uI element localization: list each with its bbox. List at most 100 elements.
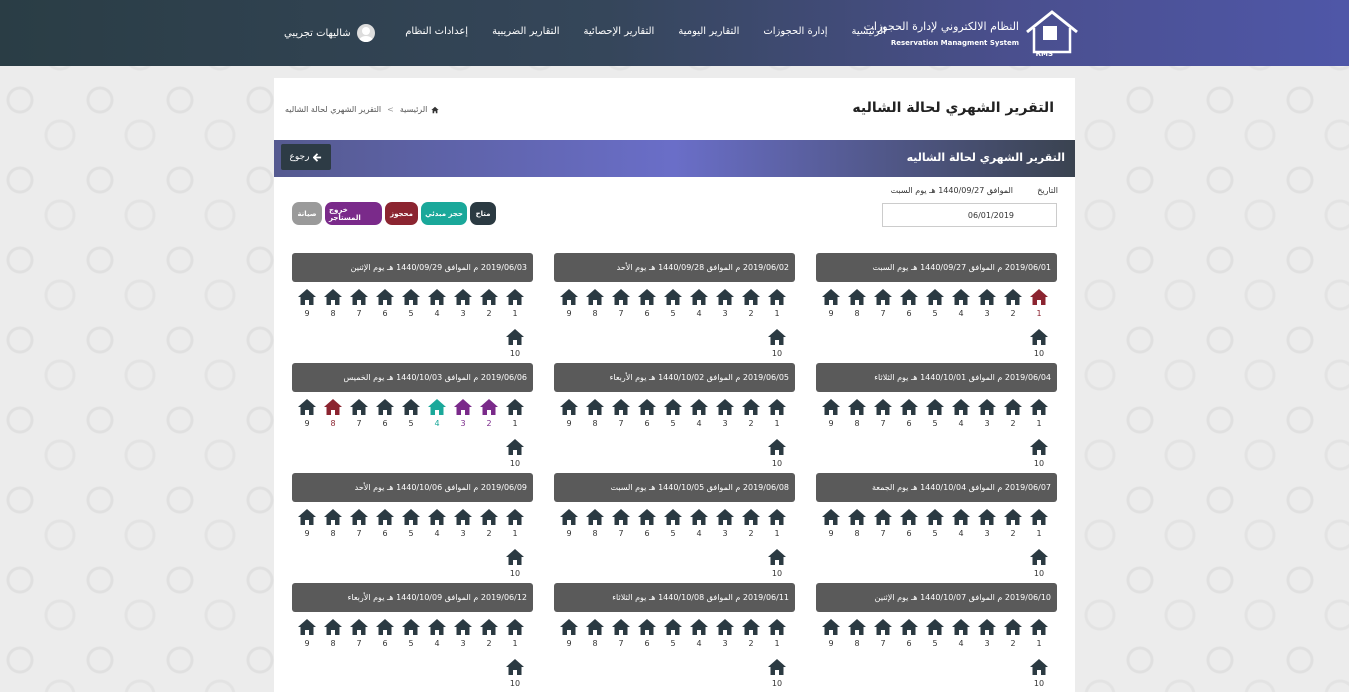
chalet-unit[interactable]: 8 [584,288,606,324]
brand[interactable]: RMS النظام الالكتروني لإدارة الحجوزات Re… [864,8,1079,58]
chalet-unit[interactable]: 10 [766,548,788,584]
chalet-unit[interactable]: 2 [740,288,762,324]
chalet-unit[interactable]: 6 [898,288,920,324]
chalet-unit[interactable]: 5 [924,618,946,654]
chalet-unit[interactable]: 9 [558,508,580,544]
chalet-unit[interactable]: 7 [872,508,894,544]
chalet-unit[interactable]: 9 [296,508,318,544]
chalet-unit[interactable]: 8 [584,618,606,654]
chalet-unit[interactable]: 4 [950,508,972,544]
nav-statistical-reports[interactable]: التقارير الإحصائية [584,26,655,37]
chalet-unit[interactable]: 9 [296,288,318,324]
chalet-unit[interactable]: 9 [296,398,318,434]
chalet-unit[interactable]: 4 [688,618,710,654]
chalet-unit[interactable]: 7 [348,288,370,324]
chalet-unit[interactable]: 7 [348,618,370,654]
chalet-unit[interactable]: 2 [740,508,762,544]
chalet-unit[interactable]: 3 [976,398,998,434]
chalet-unit[interactable]: 9 [820,618,842,654]
chalet-unit[interactable]: 3 [976,618,998,654]
chalet-unit[interactable]: 8 [322,618,344,654]
chalet-unit[interactable]: 9 [820,288,842,324]
chalet-unit[interactable]: 8 [322,398,344,434]
chalet-unit[interactable]: 10 [1028,438,1050,474]
chalet-unit[interactable]: 5 [400,508,422,544]
nav-tax-reports[interactable]: التقارير الضريبية [492,26,559,37]
chalet-unit[interactable]: 6 [374,288,396,324]
chalet-unit[interactable]: 6 [636,508,658,544]
nav-settings[interactable]: إعدادات النظام [405,26,468,37]
chalet-unit[interactable]: 10 [1028,548,1050,584]
chalet-unit[interactable]: 5 [924,508,946,544]
chalet-unit[interactable]: 5 [924,398,946,434]
chalet-unit[interactable]: 2 [740,618,762,654]
chalet-unit[interactable]: 9 [558,398,580,434]
user-menu[interactable]: شاليهات تجريبي [284,24,375,42]
chalet-unit[interactable]: 2 [478,618,500,654]
chalet-unit[interactable]: 3 [976,508,998,544]
chalet-unit[interactable]: 5 [400,398,422,434]
chalet-unit[interactable]: 7 [348,508,370,544]
chalet-unit[interactable]: 6 [374,508,396,544]
chalet-unit[interactable]: 8 [846,618,868,654]
chalet-unit[interactable]: 3 [714,508,736,544]
chalet-unit[interactable]: 3 [452,398,474,434]
chalet-unit[interactable]: 1 [1028,398,1050,434]
chalet-unit[interactable]: 1 [504,288,526,324]
chalet-unit[interactable]: 8 [584,508,606,544]
chalet-unit[interactable]: 10 [1028,328,1050,364]
chalet-unit[interactable]: 6 [898,398,920,434]
chalet-unit[interactable]: 2 [1002,398,1024,434]
chalet-unit[interactable]: 4 [426,398,448,434]
chalet-unit[interactable]: 1 [504,618,526,654]
chalet-unit[interactable]: 7 [872,288,894,324]
nav-home[interactable]: الرئيسية [852,26,886,37]
chalet-unit[interactable]: 9 [820,398,842,434]
chalet-unit[interactable]: 5 [662,618,684,654]
chalet-unit[interactable]: 1 [1028,508,1050,544]
chalet-unit[interactable]: 6 [636,398,658,434]
chalet-unit[interactable]: 7 [348,398,370,434]
chalet-unit[interactable]: 7 [872,618,894,654]
chalet-unit[interactable]: 8 [322,288,344,324]
chalet-unit[interactable]: 3 [452,288,474,324]
chalet-unit[interactable]: 7 [610,288,632,324]
chalet-unit[interactable]: 6 [898,508,920,544]
chalet-unit[interactable]: 3 [452,618,474,654]
chalet-unit[interactable]: 3 [714,288,736,324]
chalet-unit[interactable]: 9 [820,508,842,544]
chalet-unit[interactable]: 7 [872,398,894,434]
chalet-unit[interactable]: 2 [478,288,500,324]
chalet-unit[interactable]: 1 [766,508,788,544]
chalet-unit[interactable]: 2 [1002,508,1024,544]
chalet-unit[interactable]: 7 [610,618,632,654]
chalet-unit[interactable]: 6 [898,618,920,654]
chalet-unit[interactable]: 4 [426,288,448,324]
chalet-unit[interactable]: 10 [766,328,788,364]
chalet-unit[interactable]: 8 [846,288,868,324]
chalet-unit[interactable]: 1 [1028,288,1050,324]
chalet-unit[interactable]: 5 [662,288,684,324]
chalet-unit[interactable]: 1 [504,508,526,544]
chalet-unit[interactable]: 5 [400,618,422,654]
chalet-unit[interactable]: 1 [504,398,526,434]
chalet-unit[interactable]: 2 [478,398,500,434]
chalet-unit[interactable]: 6 [636,618,658,654]
chalet-unit[interactable]: 6 [374,398,396,434]
chalet-unit[interactable]: 9 [296,618,318,654]
chalet-unit[interactable]: 6 [636,288,658,324]
nav-daily-reports[interactable]: التقارير اليومية [678,26,739,37]
chalet-unit[interactable]: 4 [950,398,972,434]
chalet-unit[interactable]: 10 [504,328,526,364]
chalet-unit[interactable]: 5 [400,288,422,324]
chalet-unit[interactable]: 10 [1028,658,1050,692]
chalet-unit[interactable]: 10 [766,438,788,474]
chalet-unit[interactable]: 4 [688,508,710,544]
nav-reservations[interactable]: إدارة الحجوزات [763,26,827,37]
chalet-unit[interactable]: 3 [714,398,736,434]
chalet-unit[interactable]: 4 [950,288,972,324]
chalet-unit[interactable]: 5 [662,508,684,544]
chalet-unit[interactable]: 3 [976,288,998,324]
chalet-unit[interactable]: 2 [478,508,500,544]
chalet-unit[interactable]: 4 [426,618,448,654]
